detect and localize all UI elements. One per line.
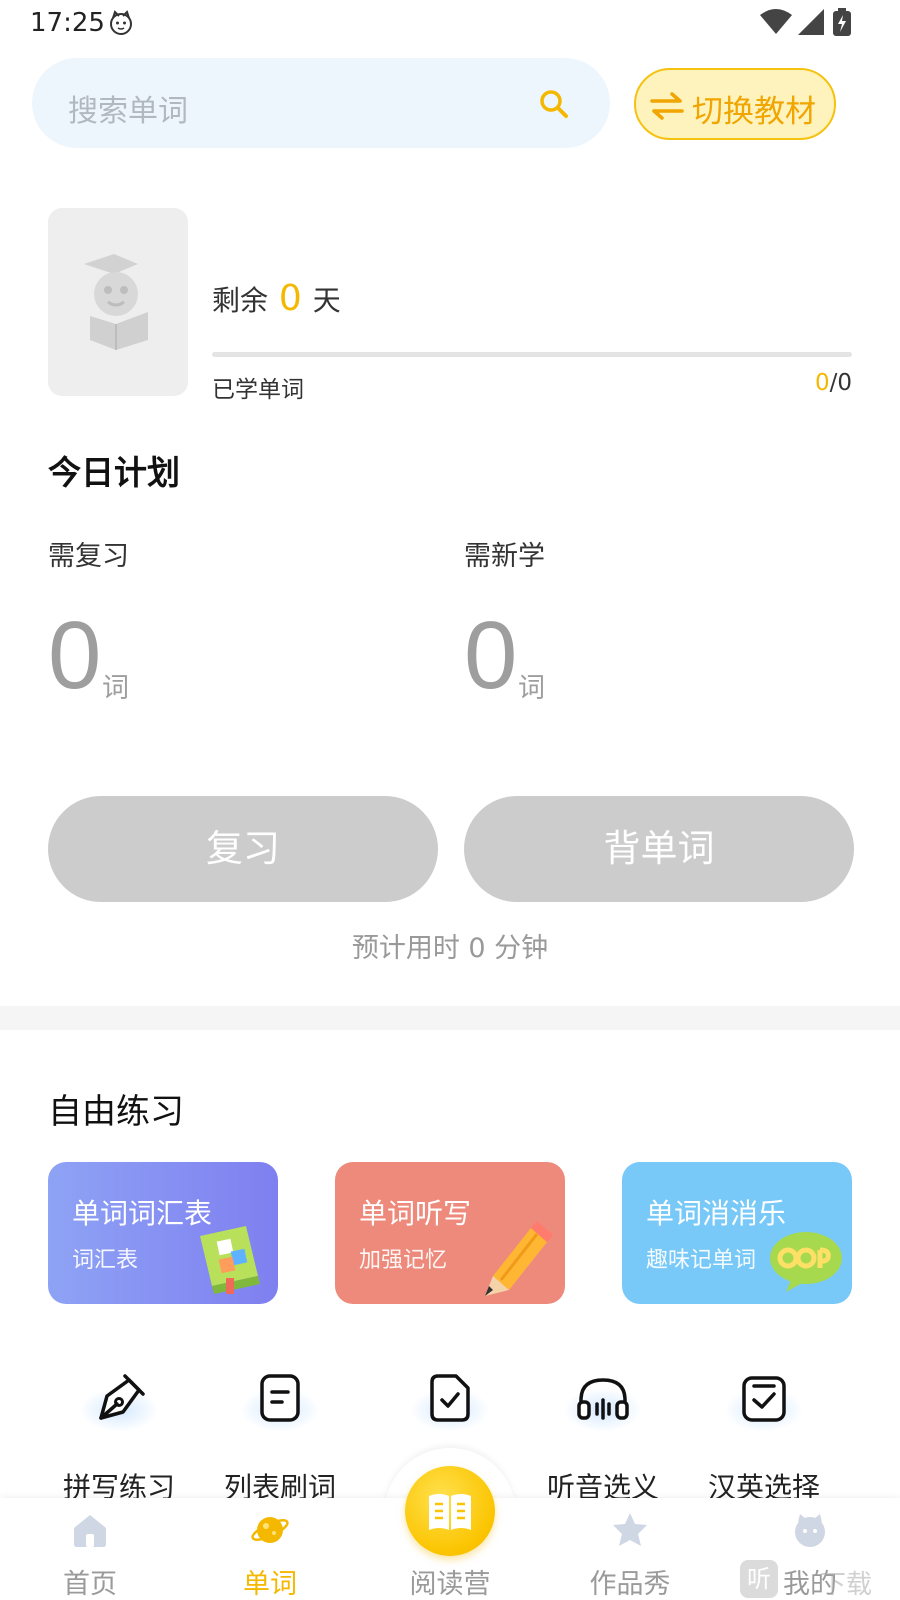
file-check-icon (430, 1374, 470, 1422)
oops-bubble-icon (770, 1232, 842, 1292)
open-book-icon (429, 1494, 471, 1530)
headphones-icon (577, 1378, 629, 1420)
watermark-text: 下载 (820, 1570, 873, 1600)
tool-listen-choose[interactable]: 听音选义 (538, 1366, 668, 1504)
profile-icon (795, 1514, 825, 1547)
review-needed-label: 需复习 (48, 541, 129, 572)
card-subtitle: 词汇表 (72, 1248, 139, 1273)
today-plan-title: 今日计划 (48, 453, 180, 492)
review-button[interactable]: 复习 (48, 796, 438, 902)
vocabulary-list-card[interactable]: 单词词汇表 词汇表 (48, 1162, 278, 1304)
mascot-reading-icon (84, 254, 148, 350)
word-elimination-card[interactable]: 单词消消乐 趣味记单词 (622, 1162, 852, 1304)
watermark: 听 下载 (740, 1560, 900, 1600)
nav-label: 作品秀 (589, 1569, 671, 1600)
textbook-cover[interactable] (48, 208, 188, 396)
planet-icon (251, 1517, 289, 1543)
list-note-icon (260, 1374, 300, 1422)
swap-arrows-icon (650, 92, 684, 120)
learn-words-button[interactable]: 背单词 (464, 796, 854, 902)
signal-icon (798, 9, 824, 35)
pencil-icon (485, 1221, 553, 1296)
search-input[interactable]: 搜索单词 (32, 58, 610, 148)
switch-textbook-label: 切换教材 (692, 94, 816, 130)
search-placeholder: 搜索单词 (68, 94, 188, 129)
pen-icon (99, 1374, 145, 1420)
abc-book-icon (200, 1226, 260, 1294)
status-bar: 17:25 (0, 0, 900, 46)
nav-label: 首页 (63, 1569, 117, 1600)
dictation-card[interactable]: 单词听写 加强记忆 (335, 1162, 565, 1304)
switch-textbook-button[interactable]: 切换教材 (634, 68, 836, 140)
nav-home[interactable]: 首页 (30, 1510, 150, 1600)
nav-label: 单词 (243, 1569, 297, 1600)
learned-words-count: 0/0 (815, 370, 852, 396)
check-note-icon (742, 1376, 786, 1422)
new-needed-label: 需新学 (464, 541, 545, 572)
remaining-suffix: 天 (312, 284, 341, 317)
free-practice-title: 自由练习 (48, 1092, 184, 1132)
search-icon[interactable] (538, 88, 570, 120)
learned-words-label: 已学单词 (212, 377, 304, 403)
new-needed-count: 0 (464, 602, 518, 709)
card-title: 单词听写 (359, 1197, 472, 1230)
status-time: 17:25 (30, 8, 105, 38)
nav-words[interactable]: 单词 (210, 1510, 330, 1600)
nav-reading-camp[interactable] (405, 1466, 495, 1556)
tool-spelling-practice[interactable]: 拼写练习 (54, 1366, 184, 1504)
nav-showcase[interactable]: 作品秀 (570, 1510, 690, 1600)
remaining-prefix: 剩余 (212, 284, 269, 317)
review-needed-count: 0 (48, 602, 102, 709)
home-icon (74, 1515, 106, 1547)
app-notification-icon (110, 10, 132, 35)
learned-done: 0 (814, 370, 830, 396)
remaining-days: 剩余 0 天 (212, 278, 341, 319)
review-needed-unit: 词 (102, 673, 129, 704)
remaining-days-value: 0 (278, 278, 302, 319)
star-icon (613, 1513, 647, 1546)
battery-icon (833, 8, 851, 36)
nav-reading-camp-label: 阅读营 (409, 1569, 491, 1600)
learned-total: /0 (829, 370, 852, 396)
estimated-time: 预计用时 0 分钟 (351, 933, 549, 964)
learned-progress-bar (212, 352, 852, 357)
card-subtitle: 加强记忆 (359, 1248, 448, 1273)
watermark-logo: 听 (740, 1560, 778, 1598)
card-subtitle: 趣味记单词 (646, 1248, 757, 1273)
status-icons (760, 8, 852, 36)
tool-list-review[interactable]: 列表刷词 (215, 1366, 345, 1504)
tool-chinese-english-choice[interactable]: 汉英选择 (699, 1366, 829, 1504)
section-divider (0, 1006, 900, 1030)
wifi-icon (760, 9, 792, 34)
new-needed-unit: 词 (518, 673, 545, 704)
